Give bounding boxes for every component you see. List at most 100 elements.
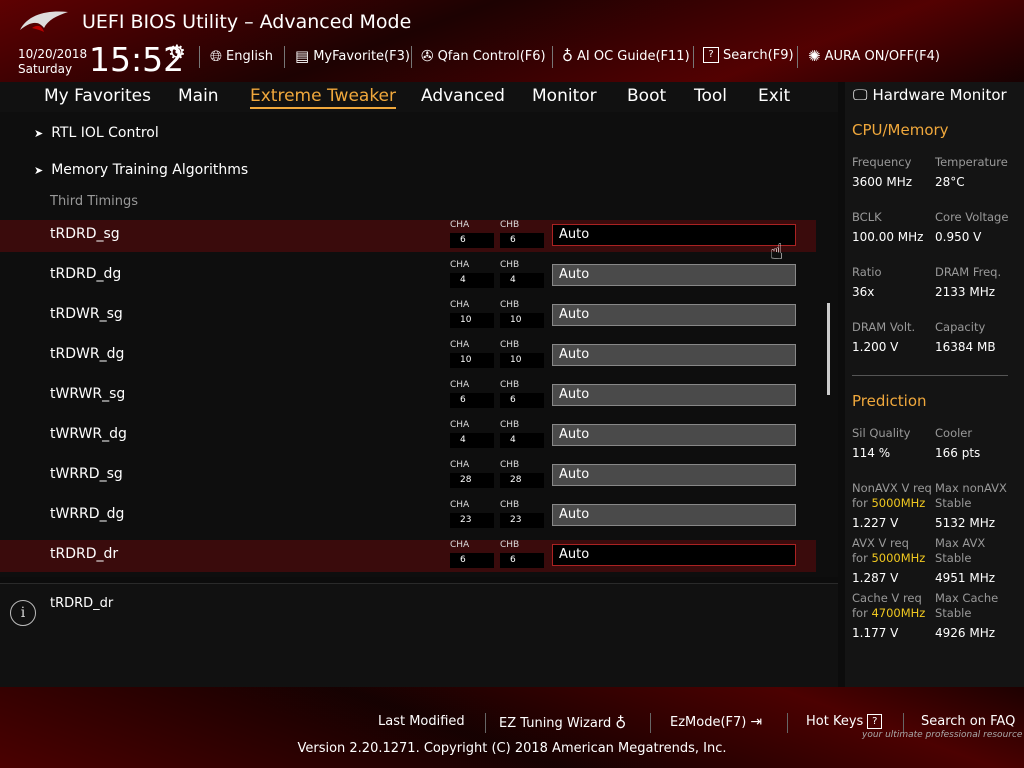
max-cache-label: Max Cache Stable (935, 591, 998, 621)
tab-advanced[interactable]: Advanced (421, 86, 505, 106)
max-cache-value: 4926 MHz (935, 626, 996, 640)
tab-boot[interactable]: Boot (627, 86, 666, 106)
avx-req-for: for 5000MHz (852, 551, 925, 566)
toolbar-divider (199, 46, 200, 68)
ai-oc-guide-button[interactable]: ♁ AI OC Guide(F11) (562, 47, 690, 65)
chb-readout: CHB 4 (500, 420, 544, 450)
cha-value: 10 (450, 313, 494, 328)
cha-readout: CHA 10 (450, 340, 494, 370)
language-button[interactable]: 🌐︎ English (210, 47, 273, 65)
setting-value-field[interactable]: Auto (552, 504, 796, 526)
setting-value-field[interactable]: Auto (552, 224, 796, 246)
avx-req-freq: 5000MHz (871, 551, 926, 565)
setting-value-field[interactable]: Auto (552, 304, 796, 326)
date-text: 10/20/2018 (18, 47, 88, 61)
search-faq-button[interactable]: Search on FAQ (921, 714, 1015, 729)
cache-req-title: Cache V req (852, 591, 922, 605)
setting-row-twrrd-dg[interactable]: tWRRD_dg CHA 23 CHB 23 Auto (0, 500, 816, 532)
tab-my-favorites[interactable]: My Favorites (44, 86, 151, 106)
for-text: for (852, 496, 868, 510)
ez-tuning-wizard-button[interactable]: EZ Tuning Wizard ♁ (499, 714, 626, 732)
chb-value: 4 (500, 433, 544, 448)
max-avx-value: 4951 MHz (935, 571, 996, 585)
capacity-value: 16384 MB (935, 340, 996, 354)
gear-icon[interactable]: ⚙ (168, 40, 186, 64)
ratio-label: Ratio (852, 265, 882, 279)
cha-value: 6 (450, 553, 494, 568)
search-label: Search(F9) (723, 47, 794, 63)
setting-row-twrwr-dg[interactable]: tWRWR_dg CHA 4 CHB 4 Auto (0, 420, 816, 452)
scrollbar[interactable] (827, 303, 830, 395)
last-modified-button[interactable]: Last Modified (378, 714, 465, 729)
setting-row-trdrd-dg[interactable]: tRDRD_dg CHA 4 CHB 4 Auto (0, 260, 816, 292)
setting-value-field[interactable]: Auto (552, 544, 796, 566)
setting-row-trdwr-dg[interactable]: tRDWR_dg CHA 10 CHB 10 Auto (0, 340, 816, 372)
myfavorite-button[interactable]: ▤ MyFavorite(F3) (295, 47, 410, 65)
nonavx-req-label: NonAVX V req for 5000MHz (852, 481, 932, 511)
hot-keys-button[interactable]: Hot Keys ? (806, 714, 883, 729)
cha-value: 28 (450, 473, 494, 488)
setting-value-field[interactable]: Auto (552, 424, 796, 446)
language-label: English (226, 48, 273, 64)
cha-value: 6 (450, 393, 494, 408)
toolbar-divider (797, 46, 798, 68)
setting-value-field[interactable]: Auto (552, 384, 796, 406)
setting-label: tRDRD_dr (50, 546, 119, 562)
ez-tuning-wizard-label: EZ Tuning Wizard (499, 715, 612, 731)
prediction-heading: Prediction (852, 392, 927, 410)
max-avx-title: Max AVX (935, 536, 986, 550)
main-nav: My Favorites Main Extreme Tweaker Advanc… (0, 82, 838, 112)
toolbar-divider (693, 46, 694, 68)
tab-exit[interactable]: Exit (758, 86, 790, 106)
search-button[interactable]: ? Search(F9) (703, 47, 794, 63)
setting-row-trdrd-sg[interactable]: tRDRD_sg CHA 6 CHB 6 Auto (0, 220, 816, 252)
max-avx-label: Max AVX Stable (935, 536, 985, 566)
core-voltage-value: 0.950 V (935, 230, 982, 244)
tab-main[interactable]: Main (178, 86, 219, 106)
nonavx-req-title: NonAVX V req (852, 481, 932, 495)
qfan-button[interactable]: ✇ Qfan Control(F6) (421, 47, 546, 65)
chb-value: 10 (500, 353, 544, 368)
cha-value: 23 (450, 513, 494, 528)
setting-value-field[interactable]: Auto (552, 264, 796, 286)
tab-monitor[interactable]: Monitor (532, 86, 597, 106)
setting-value-field[interactable]: Auto (552, 344, 796, 366)
setting-label: tRDRD_sg (50, 226, 120, 242)
chb-value: 28 (500, 473, 544, 488)
chb-value: 6 (500, 233, 544, 248)
aura-label: AURA ON/OFF(F4) (824, 48, 940, 64)
cha-label: CHA (450, 300, 470, 310)
setting-value-field[interactable]: Auto (552, 464, 796, 486)
setting-row-trdrd-dr[interactable]: tRDRD_dr CHA 6 CHB 6 Auto (0, 540, 816, 572)
max-cache-title: Max Cache (935, 591, 999, 605)
setting-row-twrrd-sg[interactable]: tWRRD_sg CHA 28 CHB 28 Auto (0, 460, 816, 492)
cha-label: CHA (450, 460, 470, 470)
ezmode-label: EzMode(F7) (670, 714, 747, 730)
for-text: for (852, 606, 868, 620)
ezmode-button[interactable]: EzMode(F7) ⇥ (670, 714, 762, 730)
setting-row-twrwr-sg[interactable]: tWRWR_sg CHA 6 CHB 6 Auto (0, 380, 816, 412)
cha-value: 10 (450, 353, 494, 368)
chb-value: 23 (500, 513, 544, 528)
tab-tool[interactable]: Tool (694, 86, 727, 106)
cha-value: 6 (450, 233, 494, 248)
cha-readout: CHA 4 (450, 260, 494, 290)
cha-readout: CHA 6 (450, 540, 494, 570)
setting-row-trdwr-sg[interactable]: tRDWR_sg CHA 10 CHB 10 Auto (0, 300, 816, 332)
chb-label: CHB (500, 500, 520, 510)
hardware-monitor-label: Hardware Monitor (872, 86, 1007, 104)
tab-extreme-tweaker[interactable]: Extreme Tweaker (250, 86, 397, 109)
cha-readout: CHA 10 (450, 300, 494, 330)
setting-label: tWRRD_sg (50, 466, 123, 482)
aura-button[interactable]: ✺ AURA ON/OFF(F4) (808, 47, 940, 65)
chb-label: CHB (500, 420, 520, 430)
max-nonavx-value: 5132 MHz (935, 516, 996, 530)
header-bar: UEFI BIOS Utility – Advanced Mode 10/20/… (0, 0, 1024, 82)
chb-label: CHB (500, 380, 520, 390)
dram-freq-value: 2133 MHz (935, 285, 996, 299)
submenu-memory-training[interactable]: ➤ Memory Training Algorithms (34, 162, 248, 178)
chb-label: CHB (500, 340, 520, 350)
submenu-rtl-iol-control[interactable]: ➤ RTL IOL Control (34, 125, 159, 141)
globe-icon: 🌐︎ (210, 47, 223, 65)
footer-divider (787, 713, 788, 733)
